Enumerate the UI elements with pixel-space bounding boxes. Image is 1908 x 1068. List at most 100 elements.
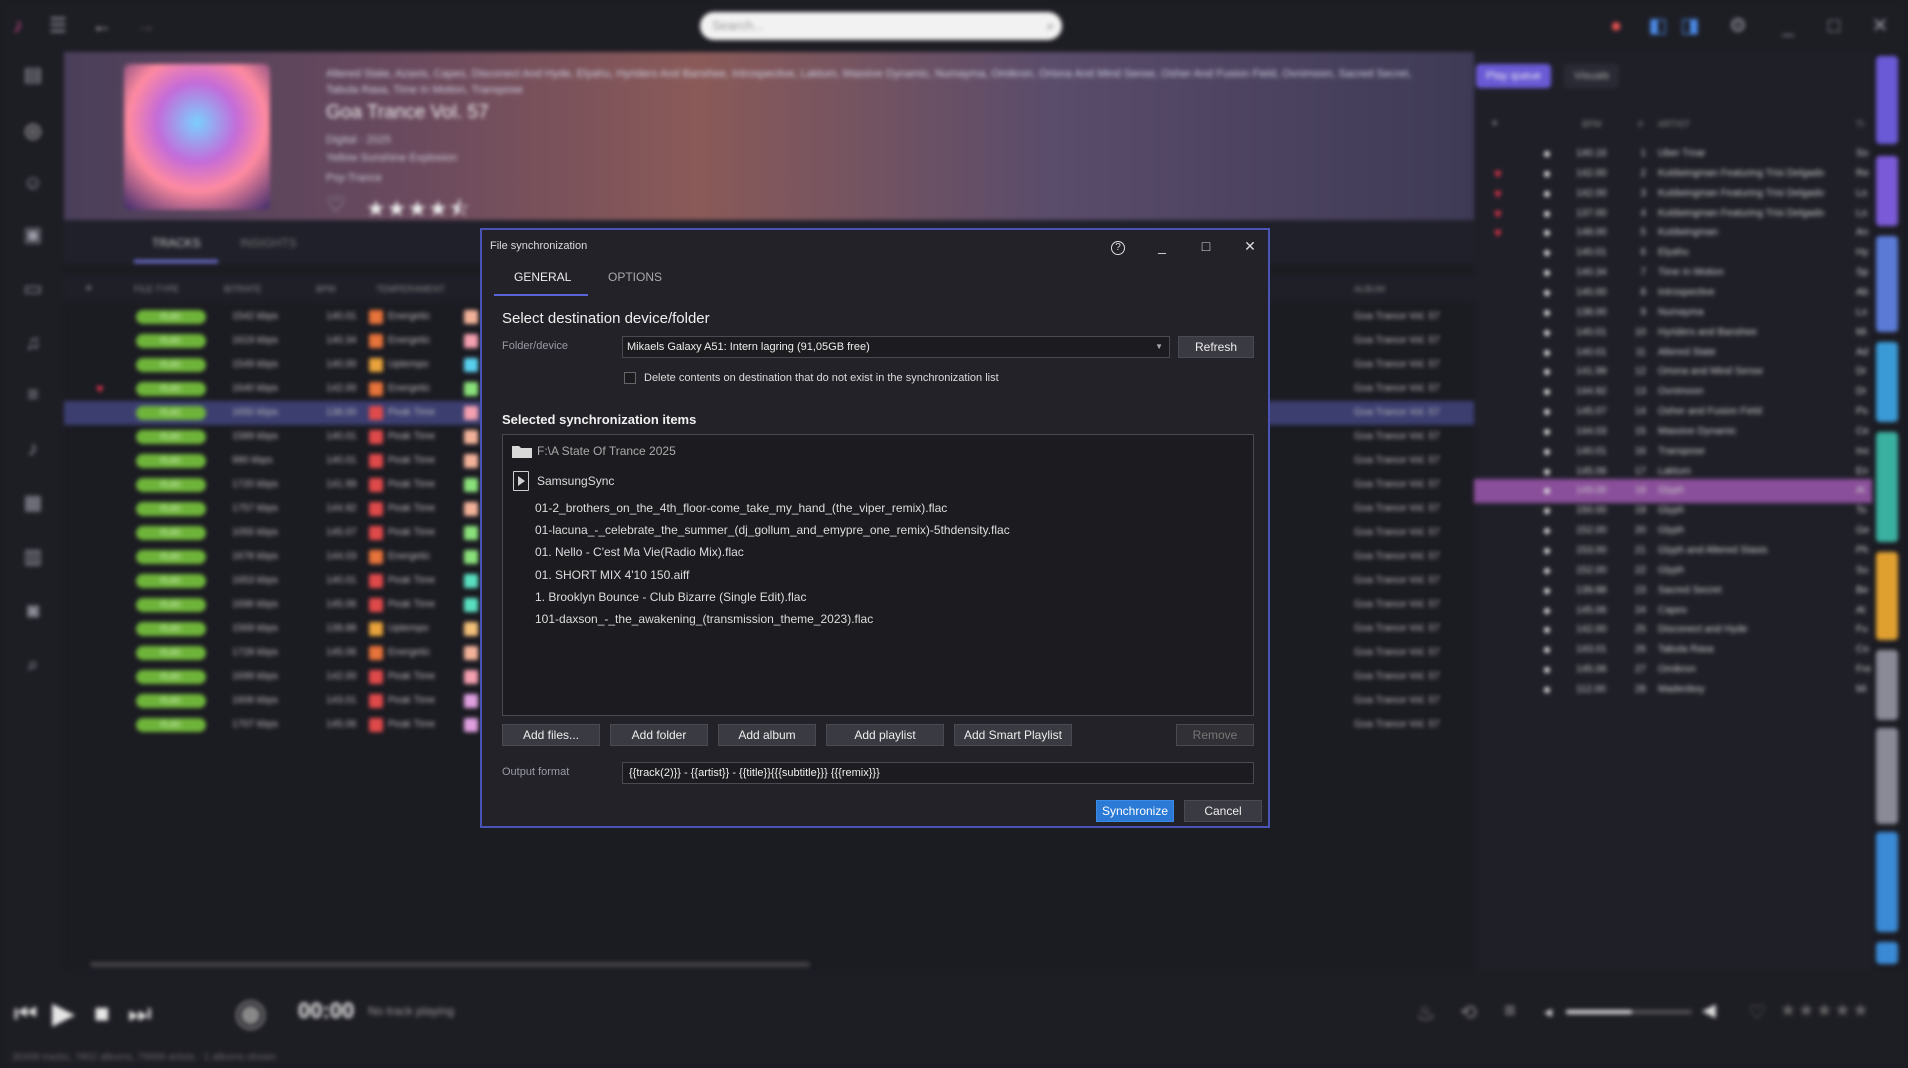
queue-loved-heart-icon[interactable]: ♥ [1494,186,1502,201]
refresh-button[interactable]: Refresh [1178,336,1254,358]
col-album[interactable]: ALBUM [1354,284,1385,294]
sync-file-item[interactable]: 01-lacuna_-_celebrate_the_summer_(dj_gol… [535,523,1010,537]
stop-icon[interactable]: ■ [94,998,110,1029]
search-sidebar-icon[interactable]: ⌕ [20,652,46,678]
cancel-button[interactable]: Cancel [1184,800,1262,822]
col-file-type[interactable]: FILE TYPE [134,284,179,294]
maximize-icon[interactable]: □ [1822,14,1846,38]
queue-loved-heart-icon[interactable]: ♥ [1494,206,1502,221]
tab-general[interactable]: GENERAL [514,270,571,284]
forward-arrow-icon[interactable]: → [134,14,158,38]
monitor-icon[interactable]: ▭ [20,276,46,302]
close-icon[interactable]: ✕ [1868,14,1892,38]
minimize-icon[interactable]: _ [1776,14,1800,38]
layout-right-icon[interactable]: ◨ [1678,14,1702,38]
layout-left-icon[interactable]: ◧ [1646,14,1670,38]
sync-file-item[interactable]: 101-daxson_-_the_awakening_(transmission… [535,612,873,626]
previous-icon[interactable]: ⏮ [14,998,37,1030]
queue-loved-heart-icon[interactable]: ♥ [1494,166,1502,181]
sync-item-folder[interactable]: F:\A State Of Trance 2025 [537,444,676,458]
tab-visuals[interactable]: Visuals [1564,64,1620,88]
side-tab[interactable] [1876,728,1898,824]
add-folder-button[interactable]: Add folder [610,724,708,746]
col-bpm[interactable]: BPM [316,284,336,294]
queue-heart-col-icon[interactable]: ♥ [1492,118,1497,128]
side-tab[interactable] [1876,832,1898,932]
tab-tracks[interactable]: TRACKS [152,236,201,250]
next-icon[interactable]: ⏭ [128,998,151,1030]
fire-icon[interactable]: ♨ [1416,1000,1436,1026]
gear-icon[interactable]: ⚙ [1726,14,1750,38]
albums-icon[interactable]: ◎ [20,118,46,144]
delete-contents-label[interactable]: Delete contents on destination that do n… [644,372,999,384]
tab-insights[interactable]: INSIGHTS [240,236,297,250]
file-music-icon[interactable]: ♫ [20,330,46,356]
queue-list-icon[interactable]: ≡ [1504,1000,1516,1023]
side-tab[interactable] [1876,342,1898,422]
music-note-icon[interactable]: ♪ [20,436,46,462]
menu-icon[interactable]: ☰ [46,14,70,38]
sync-file-item[interactable]: 01-2_brothers_on_the_4th_floor-come_take… [535,501,947,515]
volume-high-icon[interactable]: ◀ [1702,1000,1716,1021]
side-tab[interactable] [1876,552,1898,640]
side-tab[interactable] [1876,56,1898,144]
sync-file-item[interactable]: 01. SHORT MIX 4'10 150.aiff [535,568,689,582]
add-files-button[interactable]: Add files... [502,724,600,746]
repeat-icon[interactable]: ⟲ [1460,1000,1477,1025]
side-tab[interactable] [1876,236,1898,332]
search-icon[interactable]: ⌕ [1047,12,1054,40]
queue-col-title[interactable]: TI [1856,119,1864,129]
horizontal-scrollbar[interactable] [90,962,810,967]
devices-icon[interactable]: ▣ [20,222,46,248]
side-tab[interactable] [1876,650,1898,720]
loved-heart-icon[interactable]: ♥ [96,381,104,396]
calendar-icon[interactable]: ▦ [20,490,46,516]
add-album-button[interactable]: Add album [718,724,816,746]
rating-stars[interactable]: ★★★★⯪ [366,192,471,220]
add-playlist-button[interactable]: Add playlist [826,724,944,746]
heart-col-icon[interactable]: ♥ [86,283,91,293]
remove-button[interactable]: Remove [1176,724,1254,746]
sync-file-item[interactable]: 1. Brooklyn Bounce - Club Bizarre (Singl… [535,590,806,604]
tab-play-queue[interactable]: Play queue [1476,64,1552,88]
device-select[interactable]: Mikaels Galaxy A51: Intern lagring (91,0… [622,336,1170,358]
col-temperament[interactable]: TEMPERAMENT [376,284,445,294]
queue-loved-heart-icon[interactable]: ♥ [1494,225,1502,240]
side-tab[interactable] [1876,156,1898,226]
queue-col-num[interactable]: # [1638,119,1643,129]
output-format-input[interactable]: {{track(2)}} - {{artist}} - {{title}}{{{… [622,762,1254,784]
queue-row[interactable]: 112.00 28 Madenboy Mi [1474,678,1872,702]
tab-options[interactable]: OPTIONS [608,270,662,284]
library-icon[interactable]: ▤ [20,62,46,88]
queue-col-artist[interactable]: ARTIST [1658,119,1690,129]
side-tab[interactable] [1876,432,1898,542]
help-icon[interactable]: ? [1106,234,1130,258]
side-tab[interactable] [1876,942,1898,964]
queue-col-bpm[interactable]: BPM [1582,119,1602,129]
volume-low-icon[interactable]: ◂ [1544,1002,1552,1022]
sync-file-item[interactable]: 01. Nello - C'est Ma Vie(Radio Mix).flac [535,545,744,559]
synchronize-button[interactable]: Synchronize [1096,800,1174,822]
avatar-icon[interactable]: ● [1604,14,1628,38]
dialog-close-icon[interactable]: ✕ [1238,234,1262,258]
heart-icon[interactable]: ♡ [326,192,346,218]
album-cover[interactable] [124,64,270,210]
stats-icon[interactable]: ▥ [20,544,46,570]
playlist-icon[interactable]: ≡ [20,382,46,408]
player-rating-stars[interactable]: ★★★★★ [1780,1000,1871,1021]
play-icon[interactable]: ▶ [52,996,75,1031]
radio-icon[interactable]: ◙ [20,598,46,624]
delete-contents-checkbox[interactable] [624,372,636,384]
search-input[interactable]: Search... ⌕ [700,12,1062,40]
sync-item-playlist[interactable]: SamsungSync [537,474,614,488]
volume-slider[interactable] [1566,1010,1692,1014]
dialog-minimize-icon[interactable]: _ [1150,234,1174,258]
back-arrow-icon[interactable]: ← [90,14,114,38]
queue-bpm: 140.01 [1576,445,1607,457]
player-heart-icon[interactable]: ♡ [1748,1000,1766,1025]
dialog-maximize-icon[interactable]: □ [1194,234,1218,258]
sync-items-list[interactable]: F:\A State Of Trance 2025 SamsungSync 01… [502,434,1254,716]
add-smart-playlist-button[interactable]: Add Smart Playlist [954,724,1072,746]
artists-icon[interactable]: ☺ [20,170,46,196]
col-bitrate[interactable]: BITRATE [224,284,261,294]
